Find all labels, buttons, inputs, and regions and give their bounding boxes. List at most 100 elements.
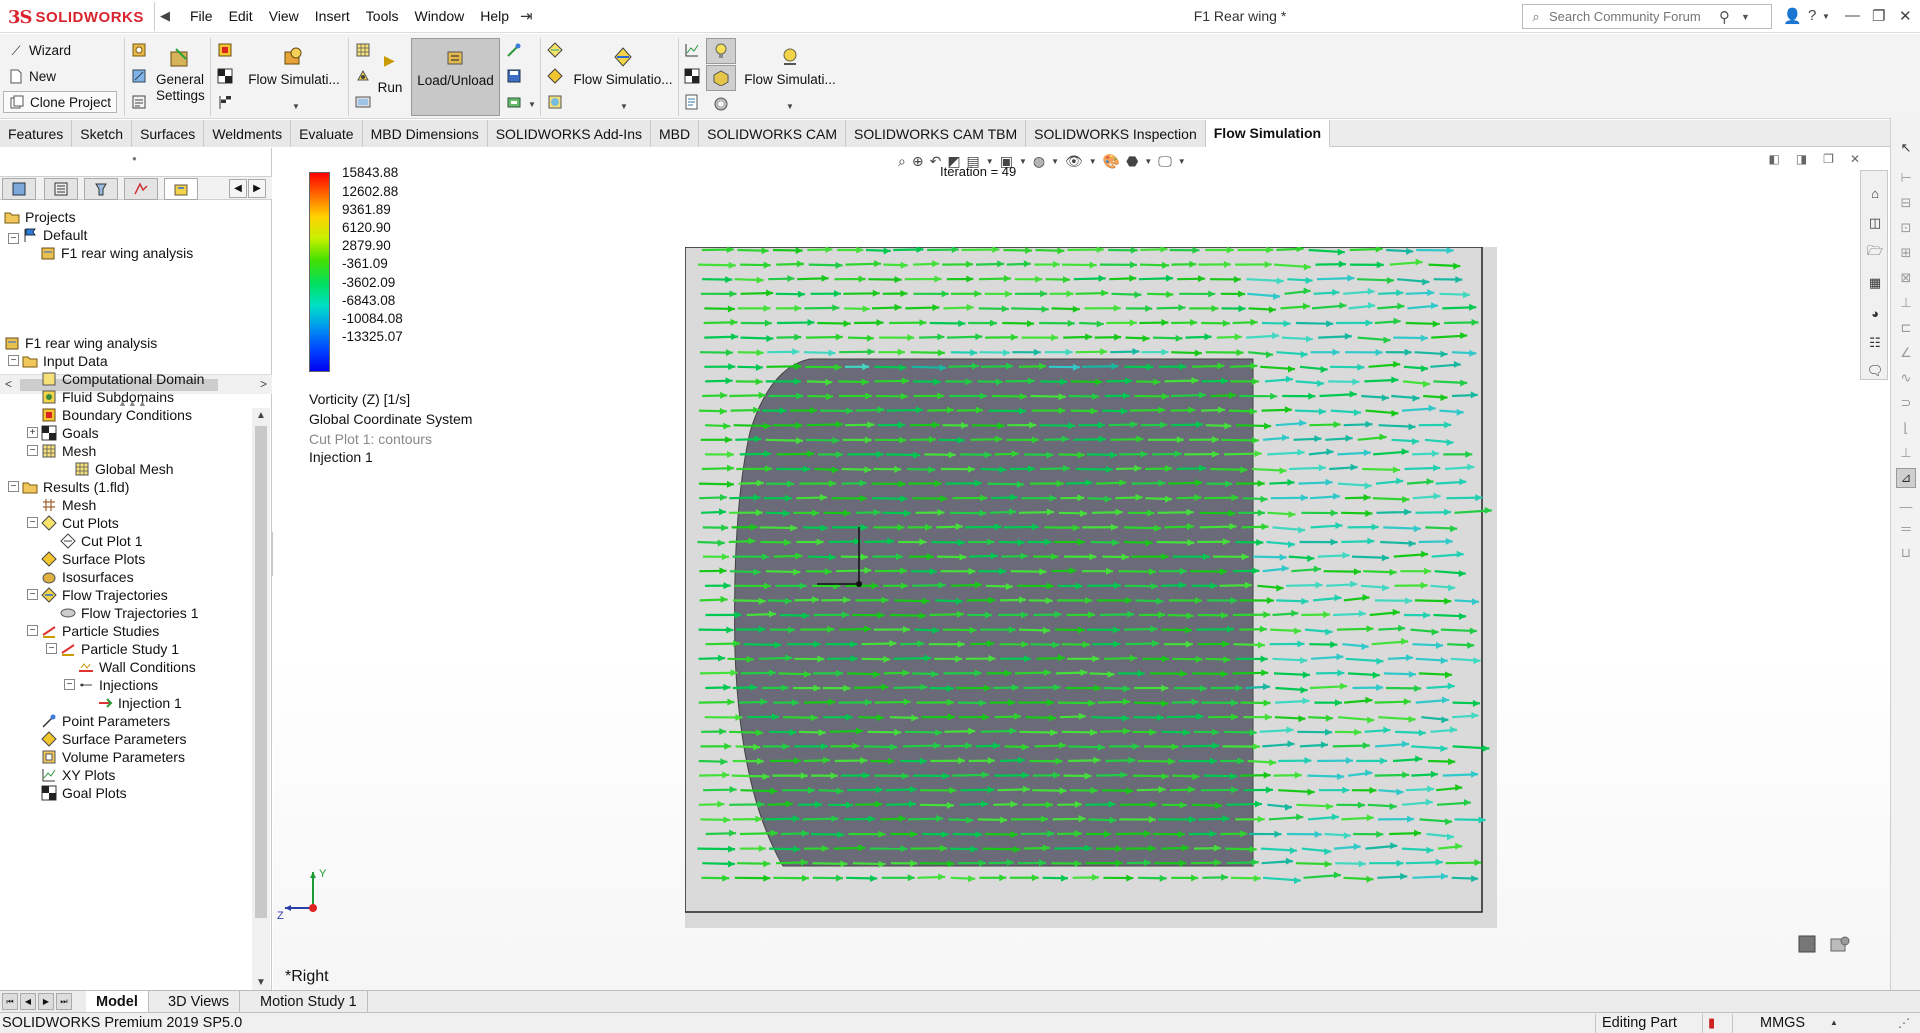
folder-icon[interactable]: 🗁 xyxy=(1865,243,1885,263)
display-settings-icon[interactable] xyxy=(713,96,729,112)
home-icon[interactable]: ⌂ xyxy=(1865,183,1885,203)
scroll-right-icon[interactable]: ▶ xyxy=(248,179,266,198)
design-library-icon[interactable]: ▦ xyxy=(1865,273,1885,293)
tab-flow-simulation[interactable]: Flow Simulation xyxy=(1205,120,1331,147)
chevron-down-icon[interactable]: ▼ xyxy=(620,102,628,111)
tile-left-icon[interactable]: ◧ xyxy=(1768,152,1779,166)
solidworks-resources-icon[interactable]: ◫ xyxy=(1865,213,1885,233)
menu-view[interactable]: View xyxy=(261,8,307,24)
chevron-down-icon[interactable]: ▼ xyxy=(1051,157,1059,166)
datum-feature-icon[interactable]: ⊿ xyxy=(1896,468,1916,488)
isosurface-icon[interactable] xyxy=(547,94,563,110)
goals-flag-icon[interactable] xyxy=(217,94,233,110)
rebuild-status-icon[interactable]: ▮ xyxy=(1708,1015,1715,1031)
tab-solidworks-cam-tbm[interactable]: SOLIDWORKS CAM TBM xyxy=(846,120,1027,147)
collapse-toggle[interactable]: − xyxy=(27,625,38,636)
collapse-toggle[interactable]: − xyxy=(27,445,38,456)
tab-mbd-dimensions[interactable]: MBD Dimensions xyxy=(362,120,488,147)
tab-surfaces[interactable]: Surfaces xyxy=(132,120,205,147)
tab-solidworks-addins[interactable]: SOLIDWORKS Add-Ins xyxy=(487,120,651,147)
search-box[interactable]: ⌕ ⚲ ▼ xyxy=(1522,4,1772,29)
dimxpert-tab-icon[interactable] xyxy=(124,178,158,200)
flow-simulation-cube-icon[interactable] xyxy=(1828,935,1852,953)
scroll-down-icon[interactable]: ▼ xyxy=(256,977,266,988)
zoom-to-fit-icon[interactable]: ⌕ xyxy=(898,153,906,170)
display-style-icon[interactable]: ◍ xyxy=(1033,153,1045,170)
surface-plot-icon[interactable] xyxy=(547,68,563,84)
weld-symbol-icon[interactable]: ⊥ xyxy=(1896,443,1916,463)
chevron-down-icon[interactable]: ▼ xyxy=(292,102,300,111)
path-length-icon[interactable]: ⊏ xyxy=(1896,318,1916,338)
collapse-toggle[interactable]: − xyxy=(27,589,38,600)
scrollbar-thumb[interactable] xyxy=(255,426,267,918)
clone-project-button[interactable]: Clone Project xyxy=(3,91,118,113)
ordinate-dimension-icon[interactable]: ⊠ xyxy=(1896,268,1916,288)
chevron-down-icon[interactable]: ▼ xyxy=(1019,157,1027,166)
solidworks-logo[interactable]: 3S SOLIDWORKS xyxy=(8,4,154,30)
menu-file[interactable]: File xyxy=(182,8,221,24)
fluid-subdomain-icon[interactable] xyxy=(355,68,371,84)
chamfer-dimension-icon[interactable]: ⊥ xyxy=(1896,293,1916,313)
panel-grip-icon[interactable]: ● xyxy=(132,154,137,163)
custom-properties-icon[interactable]: ☷ xyxy=(1865,333,1885,353)
graphics-area[interactable]: ⌕ ⊕ ↶ ◩ ▤ ▼ ▣ ▼ ◍ ▼ 👁 ▼ 🎨 ⬣ ▼ 🖵 ▼ ◧ ◨ ❐ … xyxy=(273,148,1890,990)
tab-motion-study-1[interactable]: Motion Study 1 xyxy=(250,991,368,1013)
note-icon[interactable]: ∿ xyxy=(1896,368,1916,388)
cut-plot-icon[interactable] xyxy=(547,42,563,58)
next-tab-icon[interactable]: ▶ xyxy=(38,993,54,1010)
menu-help[interactable]: Help xyxy=(472,8,517,24)
scroll-right-icon[interactable]: > xyxy=(260,377,267,391)
appearances-icon[interactable]: ◕ xyxy=(1865,303,1885,323)
viewport-restore-icon[interactable]: ❐ xyxy=(1823,152,1834,166)
units-icon[interactable] xyxy=(131,68,147,84)
property-manager-tab-icon[interactable] xyxy=(44,178,78,200)
menu-collapse-icon[interactable]: ◀ xyxy=(160,8,172,24)
reference-triad-icon[interactable] xyxy=(1798,935,1816,953)
zoom-to-area-icon[interactable]: ⊕ xyxy=(912,153,924,170)
horizontal-dimension-icon[interactable]: ⊟ xyxy=(1896,193,1916,213)
tree-item-goal-plots[interactable]: Goal Plots xyxy=(41,782,127,804)
transparency-toggle-button[interactable] xyxy=(706,65,736,91)
goal-plot-icon[interactable] xyxy=(684,68,700,84)
results-options-icon[interactable] xyxy=(506,94,522,110)
menu-edit[interactable]: Edit xyxy=(221,8,261,24)
vertical-dimension-icon[interactable]: ⊡ xyxy=(1896,218,1916,238)
expand-toggle[interactable]: + xyxy=(27,427,38,438)
last-tab-icon[interactable]: ⏭ xyxy=(56,993,72,1010)
tab-solidworks-cam[interactable]: SOLIDWORKS CAM xyxy=(699,120,847,147)
forum-icon[interactable]: 🗨 xyxy=(1865,361,1885,381)
display-toggle-button[interactable] xyxy=(706,38,736,64)
scroll-left-icon[interactable]: ◀ xyxy=(229,179,247,198)
flow-simulation-tools-button[interactable]: Flow Simulati... ▼ xyxy=(740,42,840,112)
units-system[interactable]: MMGS xyxy=(1760,1015,1805,1031)
project-settings-icon[interactable] xyxy=(131,42,147,58)
search-input[interactable] xyxy=(1549,9,1719,24)
pin-menu-icon[interactable]: ⇥ xyxy=(520,7,533,25)
chevron-down-icon[interactable]: ▼ xyxy=(1178,157,1186,166)
scroll-left-icon[interactable]: < xyxy=(5,377,12,391)
tab-solidworks-inspection[interactable]: SOLIDWORKS Inspection xyxy=(1026,120,1206,147)
tree-item-project[interactable]: F1 rear wing analysis xyxy=(40,242,193,264)
menu-tools[interactable]: Tools xyxy=(358,8,407,24)
chevron-up-icon[interactable]: ▲ xyxy=(1830,1018,1838,1027)
view-settings-icon[interactable]: 🖵 xyxy=(1158,153,1172,170)
user-icon[interactable]: 👤 xyxy=(1783,7,1802,25)
report-icon[interactable] xyxy=(684,94,700,110)
boundary-condition-icon[interactable] xyxy=(217,42,233,58)
viewport-close-icon[interactable]: ✕ xyxy=(1850,152,1860,166)
apply-scene-icon[interactable]: ⬣ xyxy=(1126,153,1138,170)
first-tab-icon[interactable]: ⏮ xyxy=(2,993,18,1010)
surface-finish-icon[interactable]: ⌊ xyxy=(1896,418,1916,438)
tab-model[interactable]: Model xyxy=(86,991,149,1013)
collapse-toggle[interactable]: − xyxy=(46,643,57,654)
help-icon[interactable]: ? xyxy=(1808,7,1816,24)
run-button[interactable]: ▶ Run xyxy=(375,42,405,112)
chevron-down-icon[interactable]: ▼ xyxy=(786,102,794,111)
save-results-icon[interactable] xyxy=(506,68,522,84)
edit-appearance-icon[interactable]: 🎨 xyxy=(1103,153,1120,170)
wizard-button[interactable]: ⟋ Wizard xyxy=(8,42,71,58)
pointer-icon[interactable]: ↖ xyxy=(1896,138,1916,158)
collapse-toggle[interactable]: − xyxy=(8,355,19,366)
resize-grip-icon[interactable]: ⋰ xyxy=(1898,1016,1910,1030)
solver-icon[interactable] xyxy=(355,94,371,110)
